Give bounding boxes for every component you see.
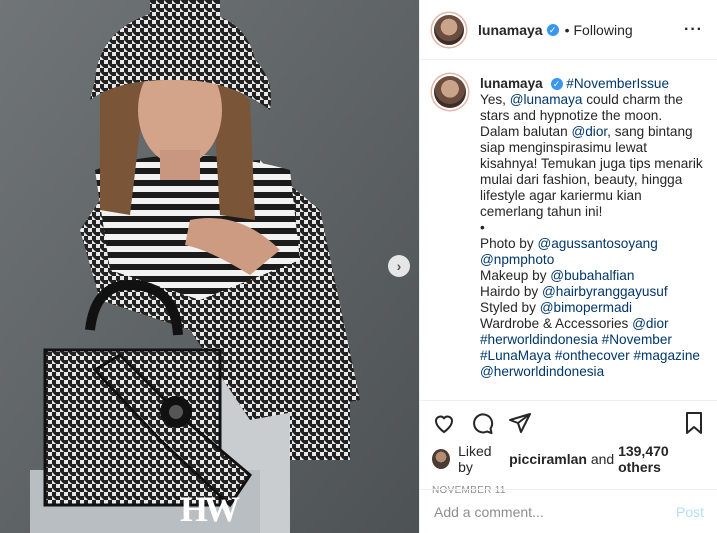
hashtag-link[interactable]: #herworldindonesia xyxy=(480,332,598,347)
bullet: • xyxy=(480,220,485,235)
verified-badge-icon: ✓ xyxy=(546,23,559,36)
chevron-right-icon: › xyxy=(396,258,402,274)
photo-illustration xyxy=(0,0,419,533)
likes-count[interactable]: 139,470 others xyxy=(618,443,706,475)
likes-middle: and xyxy=(590,451,615,467)
credit-label: Styled by xyxy=(480,300,540,315)
paper-plane-icon[interactable] xyxy=(508,411,532,435)
comments-area: lunamaya ✓ #NovemberIssue Yes, @lunamaya… xyxy=(420,60,717,387)
comment-form: Add a comment... Post xyxy=(420,489,717,533)
credit-label: Photo by xyxy=(480,236,538,251)
likes-prefix: Liked by xyxy=(458,443,492,475)
mention-link[interactable]: @lunamaya xyxy=(510,92,583,107)
post-comment-button[interactable]: Post xyxy=(676,504,704,520)
credit-label: Wardrobe & Accessories xyxy=(480,316,633,331)
mention-link[interactable]: @hairbyranggayusuf xyxy=(542,284,668,299)
avatar[interactable] xyxy=(434,76,466,108)
hashtag-link[interactable]: #NovemberIssue xyxy=(566,76,669,91)
credit-label: Hairdo by xyxy=(480,284,542,299)
action-icons xyxy=(432,411,706,435)
mention-link[interactable]: @agussantosoyang xyxy=(537,236,657,251)
mention-link[interactable]: @dior xyxy=(632,316,668,331)
caption: lunamaya ✓ #NovemberIssue Yes, @lunamaya… xyxy=(434,76,703,380)
post-header: lunamaya ✓ • Following ··· xyxy=(420,0,717,60)
post-image[interactable]: HW › xyxy=(0,0,419,533)
liker-avatar[interactable] xyxy=(432,449,451,469)
liker-username[interactable]: picciramlan xyxy=(509,451,587,467)
likes-summary: Liked by picciramlan and 139,470 others xyxy=(432,443,706,475)
hashtag-link[interactable]: #LunaMaya xyxy=(480,348,551,363)
caption-line: Yes, xyxy=(480,92,510,107)
caption-username[interactable]: lunamaya xyxy=(480,76,543,91)
more-options-icon[interactable]: ··· xyxy=(684,21,703,39)
separator-dot: • xyxy=(564,21,570,38)
post-side-panel: lunamaya ✓ • Following ··· lunamaya ✓ #N… xyxy=(419,0,717,533)
mention-link[interactable]: @npmphoto xyxy=(480,252,554,267)
verified-badge-icon: ✓ xyxy=(550,78,563,90)
hashtag-link[interactable]: #November xyxy=(602,332,672,347)
following-button[interactable]: Following xyxy=(574,22,633,38)
action-bar: Liked by picciramlan and 139,470 others … xyxy=(420,400,717,496)
caption-text: lunamaya ✓ #NovemberIssue Yes, @lunamaya… xyxy=(480,76,703,380)
instagram-post: HW › lunamaya ✓ • Following ··· lunamaya… xyxy=(0,0,717,533)
mention-link[interactable]: @herworldindonesia xyxy=(480,364,604,379)
credit-label: Makeup by xyxy=(480,268,551,283)
next-slide-button[interactable]: › xyxy=(388,255,410,277)
mention-link[interactable]: @dior xyxy=(571,124,607,139)
bookmark-icon[interactable] xyxy=(682,411,706,435)
mention-link[interactable]: @bimopermadi xyxy=(540,300,632,315)
username-link[interactable]: lunamaya xyxy=(478,22,543,38)
comment-icon[interactable] xyxy=(470,411,494,435)
hashtag-link[interactable]: #magazine xyxy=(633,348,700,363)
avatar[interactable] xyxy=(434,14,464,45)
comment-input[interactable]: Add a comment... xyxy=(434,504,544,520)
hashtag-link[interactable]: #onthecover xyxy=(555,348,630,363)
mention-link[interactable]: @bubahalfian xyxy=(550,268,634,283)
heart-icon[interactable] xyxy=(432,411,456,435)
watermark-logo: HW xyxy=(180,489,240,529)
